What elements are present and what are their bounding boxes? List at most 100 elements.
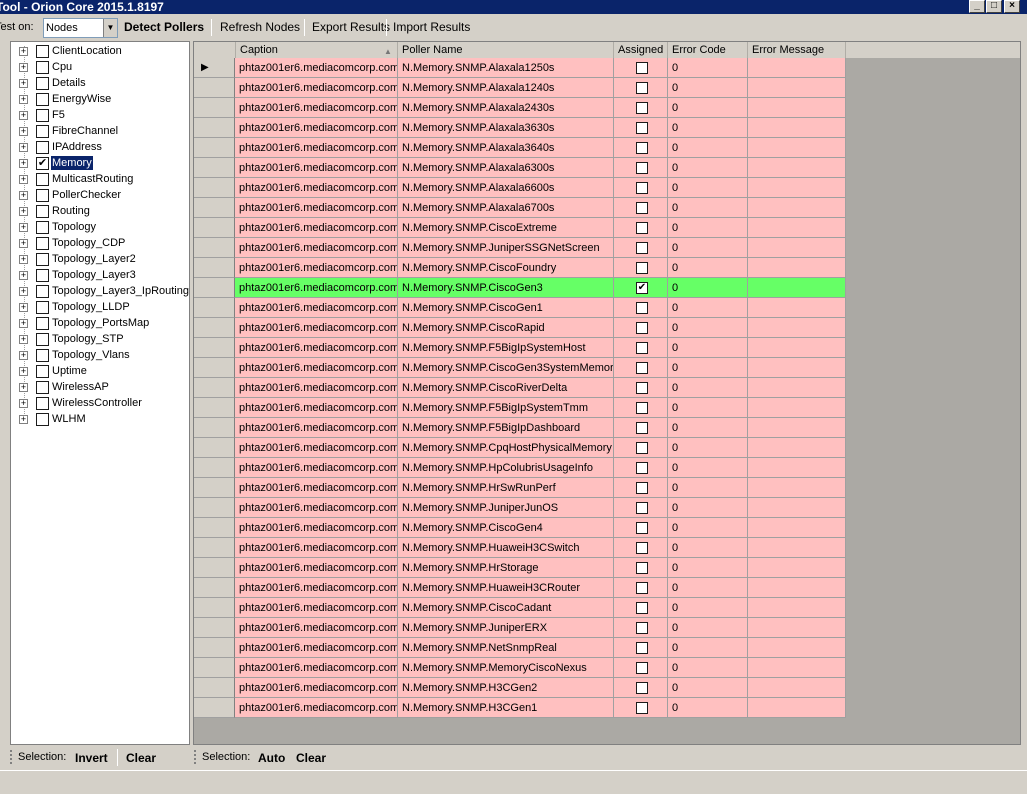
poller-name-cell[interactable]: N.Memory.SNMP.CiscoFoundry bbox=[398, 258, 614, 278]
poller-name-cell[interactable]: N.Memory.SNMP.Alaxala6600s bbox=[398, 178, 614, 198]
error-code-cell[interactable]: 0 bbox=[668, 338, 748, 358]
tree-item-label[interactable]: Uptime bbox=[51, 364, 88, 378]
error-code-cell[interactable]: 0 bbox=[668, 658, 748, 678]
tree-item-label[interactable]: MulticastRouting bbox=[51, 172, 134, 186]
assigned-cell[interactable] bbox=[614, 178, 668, 198]
tree-item[interactable]: + WirelessAP bbox=[11, 379, 189, 395]
tree-item[interactable]: + ✔ Memory bbox=[11, 155, 189, 171]
export-results-button[interactable]: Export Results bbox=[308, 17, 394, 38]
tree-item-label[interactable]: WirelessController bbox=[51, 396, 143, 410]
assigned-cell[interactable] bbox=[614, 438, 668, 458]
tree-item[interactable]: + F5 bbox=[11, 107, 189, 123]
caption-cell[interactable]: phtaz001er6.mediacomcorp.com bbox=[235, 378, 398, 398]
caption-cell[interactable]: phtaz001er6.mediacomcorp.com bbox=[235, 418, 398, 438]
row-header[interactable] bbox=[194, 158, 235, 178]
tree-item[interactable]: + Topology_PortsMap bbox=[11, 315, 189, 331]
minimize-button[interactable]: _ bbox=[969, 0, 985, 13]
tree-item[interactable]: + IPAddress bbox=[11, 139, 189, 155]
caption-cell[interactable]: phtaz001er6.mediacomcorp.com bbox=[235, 298, 398, 318]
error-code-cell[interactable]: 0 bbox=[668, 98, 748, 118]
error-code-cell[interactable]: 0 bbox=[668, 518, 748, 538]
tree-item-label[interactable]: Topology_Layer2 bbox=[51, 252, 137, 266]
poller-name-cell[interactable]: N.Memory.SNMP.Alaxala2430s bbox=[398, 98, 614, 118]
caption-cell[interactable]: phtaz001er6.mediacomcorp.com bbox=[235, 338, 398, 358]
tree-item[interactable]: + WLHM bbox=[11, 411, 189, 427]
caption-cell[interactable]: phtaz001er6.mediacomcorp.com bbox=[235, 658, 398, 678]
assigned-cell[interactable] bbox=[614, 258, 668, 278]
row-header[interactable] bbox=[194, 398, 235, 418]
caption-cell[interactable]: phtaz001er6.mediacomcorp.com bbox=[235, 98, 398, 118]
tree-item-label[interactable]: F5 bbox=[51, 108, 66, 122]
tree-item-label[interactable]: WirelessAP bbox=[51, 380, 110, 394]
row-header[interactable] bbox=[194, 238, 235, 258]
tree-item[interactable]: + FibreChannel bbox=[11, 123, 189, 139]
expand-plus-icon[interactable]: + bbox=[19, 95, 28, 104]
row-header[interactable] bbox=[194, 618, 235, 638]
caption-cell[interactable]: phtaz001er6.mediacomcorp.com bbox=[235, 78, 398, 98]
error-message-cell[interactable] bbox=[748, 78, 846, 98]
assigned-checkbox[interactable] bbox=[636, 502, 648, 514]
row-header[interactable] bbox=[194, 338, 235, 358]
tree-item-label[interactable]: Topology_LLDP bbox=[51, 300, 131, 314]
table-row[interactable]: phtaz001er6.mediacomcorp.com N.Memory.SNM… bbox=[194, 118, 846, 138]
poller-name-cell[interactable]: N.Memory.SNMP.Alaxala6300s bbox=[398, 158, 614, 178]
expand-plus-icon[interactable]: + bbox=[19, 207, 28, 216]
row-header[interactable] bbox=[194, 578, 235, 598]
poller-name-cell[interactable]: N.Memory.SNMP.CiscoGen1 bbox=[398, 298, 614, 318]
caption-cell[interactable]: phtaz001er6.mediacomcorp.com bbox=[235, 518, 398, 538]
row-header[interactable] bbox=[194, 658, 235, 678]
caption-cell[interactable]: phtaz001er6.mediacomcorp.com bbox=[235, 218, 398, 238]
tree-item-label[interactable]: Topology_Vlans bbox=[51, 348, 131, 362]
table-row[interactable]: phtaz001er6.mediacomcorp.com N.Memory.SNM… bbox=[194, 618, 846, 638]
error-message-cell[interactable] bbox=[748, 638, 846, 658]
table-row[interactable]: phtaz001er6.mediacomcorp.com N.Memory.SNM… bbox=[194, 298, 846, 318]
column-header-assigned[interactable]: Assigned bbox=[614, 42, 668, 58]
assigned-checkbox[interactable] bbox=[636, 442, 648, 454]
assigned-cell[interactable] bbox=[614, 398, 668, 418]
tree-item-checkbox[interactable] bbox=[36, 253, 49, 266]
error-message-cell[interactable] bbox=[748, 498, 846, 518]
poller-name-cell[interactable]: N.Memory.SNMP.Alaxala6700s bbox=[398, 198, 614, 218]
expand-plus-icon[interactable]: + bbox=[19, 399, 28, 408]
row-header[interactable] bbox=[194, 638, 235, 658]
tree-item-label[interactable]: Topology_PortsMap bbox=[51, 316, 150, 330]
assigned-cell[interactable] bbox=[614, 318, 668, 338]
assigned-cell[interactable] bbox=[614, 118, 668, 138]
caption-cell[interactable]: phtaz001er6.mediacomcorp.com bbox=[235, 598, 398, 618]
error-message-cell[interactable] bbox=[748, 418, 846, 438]
poller-name-cell[interactable]: N.Memory.SNMP.HuaweiH3CSwitch bbox=[398, 538, 614, 558]
poller-name-cell[interactable]: N.Memory.SNMP.Alaxala3640s bbox=[398, 138, 614, 158]
expand-plus-icon[interactable]: + bbox=[19, 127, 28, 136]
error-code-cell[interactable]: 0 bbox=[668, 218, 748, 238]
error-message-cell[interactable] bbox=[748, 238, 846, 258]
row-header[interactable] bbox=[194, 498, 235, 518]
error-code-cell[interactable]: 0 bbox=[668, 178, 748, 198]
poller-name-cell[interactable]: N.Memory.SNMP.Alaxala3630s bbox=[398, 118, 614, 138]
table-row[interactable]: phtaz001er6.mediacomcorp.com N.Memory.SNM… bbox=[194, 438, 846, 458]
caption-cell[interactable]: phtaz001er6.mediacomcorp.com bbox=[235, 118, 398, 138]
table-row[interactable]: phtaz001er6.mediacomcorp.com N.Memory.SNM… bbox=[194, 398, 846, 418]
row-header[interactable] bbox=[194, 258, 235, 278]
column-header-error-code[interactable]: Error Code bbox=[668, 42, 748, 58]
assigned-cell[interactable] bbox=[614, 358, 668, 378]
caption-cell[interactable]: phtaz001er6.mediacomcorp.com bbox=[235, 458, 398, 478]
assigned-cell[interactable] bbox=[614, 418, 668, 438]
assigned-checkbox[interactable] bbox=[636, 242, 648, 254]
assigned-cell[interactable] bbox=[614, 458, 668, 478]
assigned-cell[interactable] bbox=[614, 238, 668, 258]
tree-item[interactable]: + Topology_Layer3_IpRouting bbox=[11, 283, 189, 299]
error-code-cell[interactable]: 0 bbox=[668, 558, 748, 578]
row-header[interactable] bbox=[194, 358, 235, 378]
error-message-cell[interactable] bbox=[748, 518, 846, 538]
caption-cell[interactable]: phtaz001er6.mediacomcorp.com bbox=[235, 678, 398, 698]
poller-name-cell[interactable]: N.Memory.SNMP.HuaweiH3CRouter bbox=[398, 578, 614, 598]
caption-cell[interactable]: phtaz001er6.mediacomcorp.com bbox=[235, 358, 398, 378]
poller-category-tree[interactable]: + ClientLocation + Cpu + Details + EnergyWise + F… bbox=[10, 41, 190, 745]
tree-item[interactable]: + Topology_STP bbox=[11, 331, 189, 347]
tree-item-label[interactable]: Topology_Layer3_IpRouting bbox=[51, 284, 190, 298]
tree-item-label[interactable]: Topology_CDP bbox=[51, 236, 126, 250]
tree-item[interactable]: + Details bbox=[11, 75, 189, 91]
tree-item-label[interactable]: Details bbox=[51, 76, 87, 90]
tree-item-label[interactable]: WLHM bbox=[51, 412, 87, 426]
grid-clear-button[interactable]: Clear bbox=[296, 751, 326, 765]
